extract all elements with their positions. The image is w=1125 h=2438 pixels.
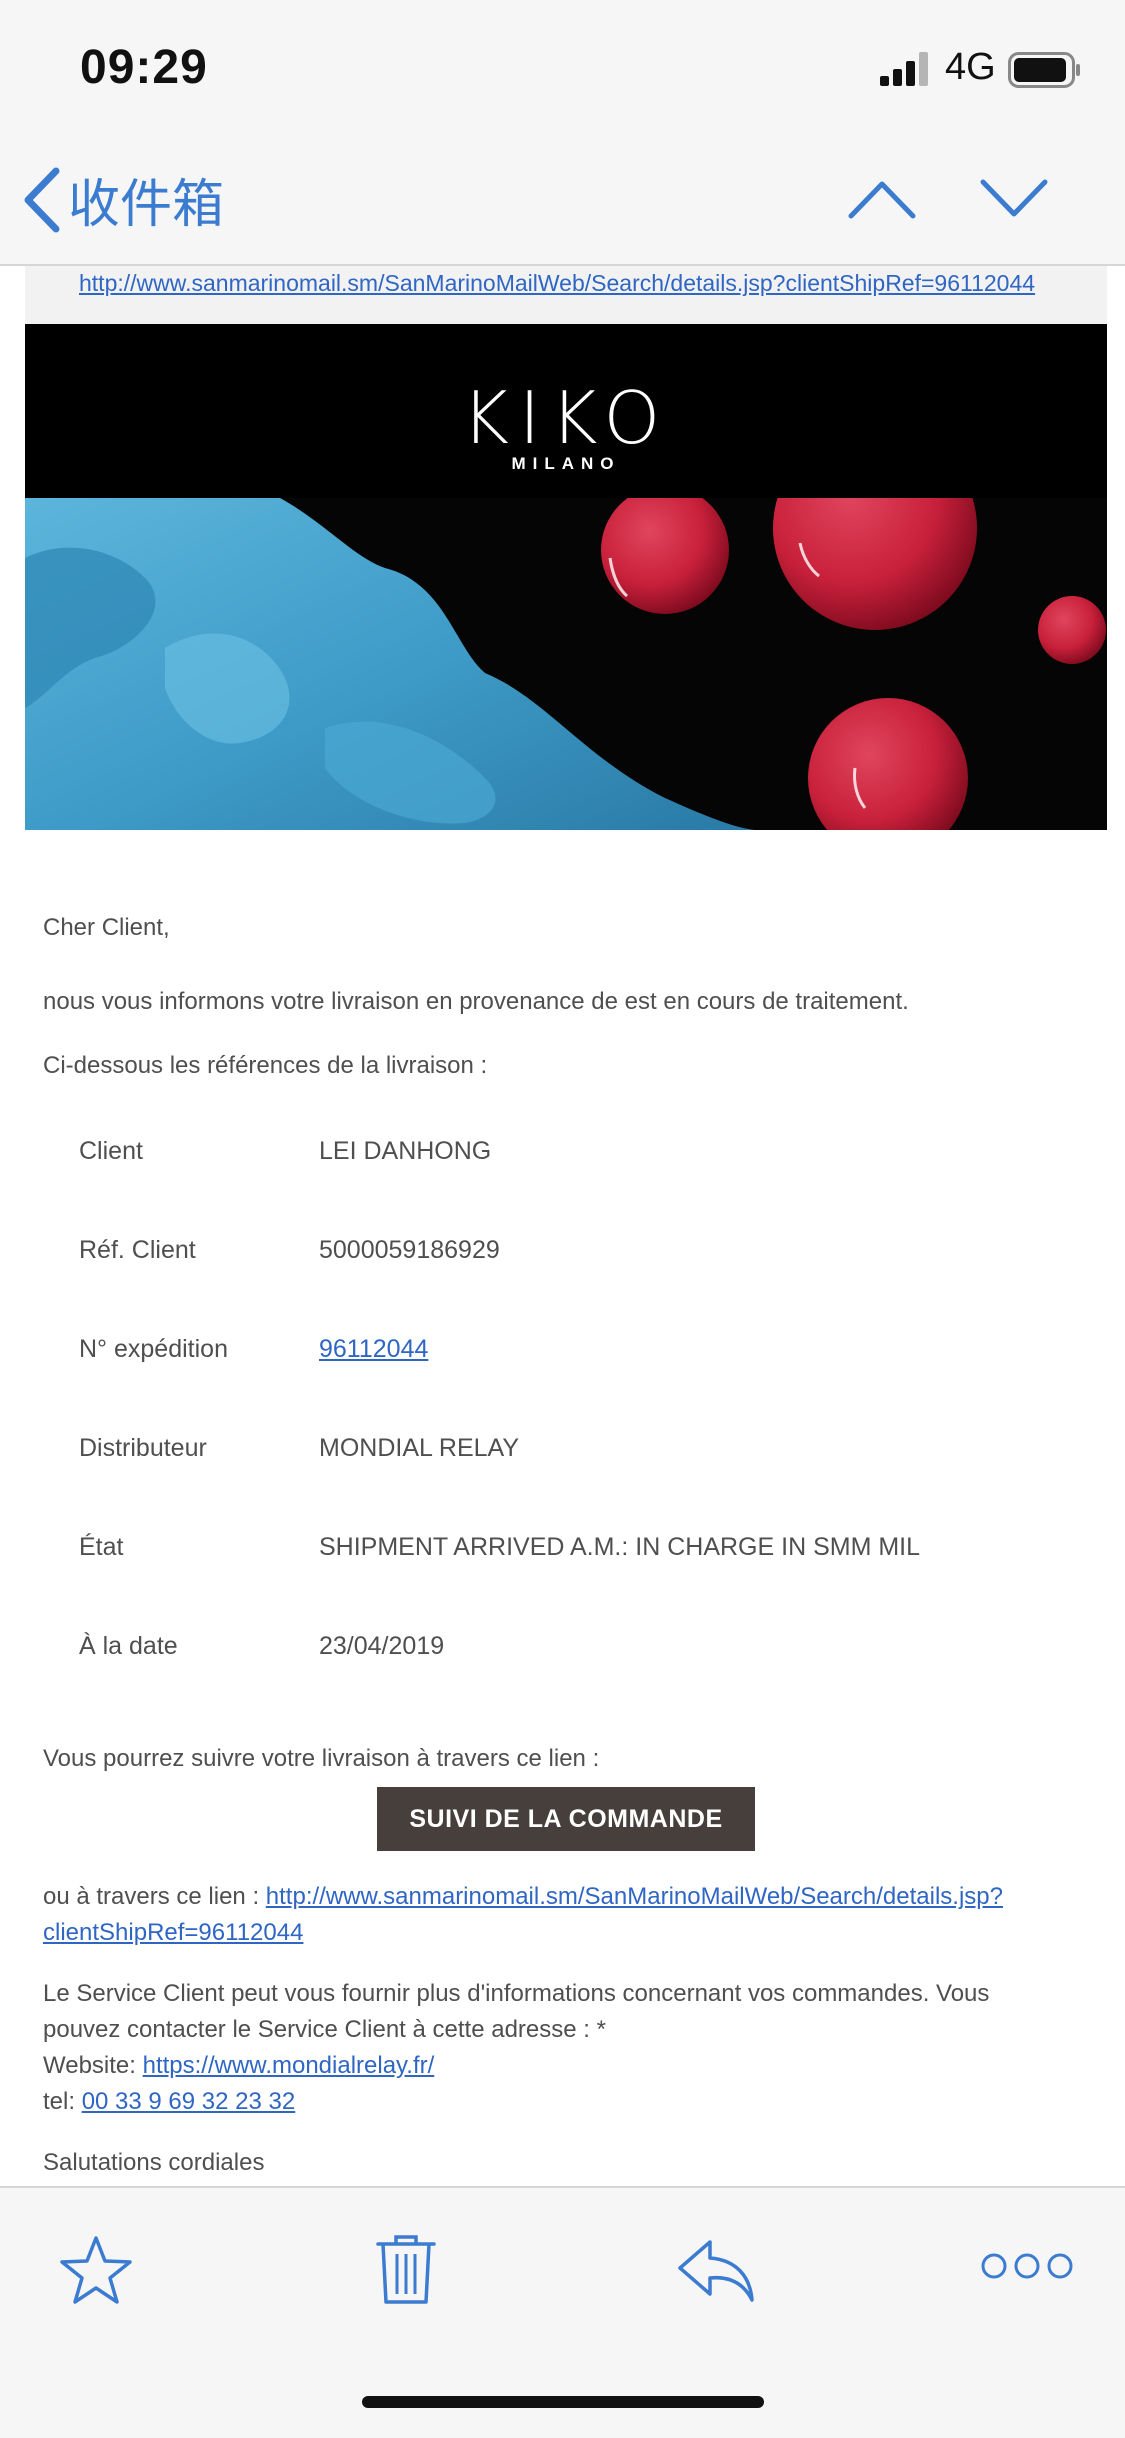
intro-text: nous vous informons votre livraison en p… — [43, 988, 909, 1015]
website-line: Website: https://www.mondialrelay.fr/ — [43, 2052, 434, 2080]
row-value-distributor: MONDIAL RELAY — [319, 1434, 520, 1462]
back-button[interactable]: 收件箱 — [22, 162, 224, 237]
more-icon[interactable] — [980, 2250, 1074, 2282]
alt-link-line: ou à travers ce lien : http://www.sanmar… — [43, 1883, 1003, 1911]
row-label-status: État — [79, 1533, 124, 1561]
row-value-status: SHIPMENT ARRIVED A.M.: IN CHARGE IN SMM … — [319, 1533, 921, 1561]
row-label-distributor: Distributeur — [79, 1434, 207, 1462]
refs-heading: Ci-dessous les références de la livraiso… — [43, 1052, 488, 1079]
website-link[interactable]: https://www.mondialrelay.fr/ — [143, 2052, 435, 2079]
row-value-date: 23/04/2019 — [319, 1632, 445, 1660]
alt-tracking-link-cont[interactable]: clientShipRef=96112044 — [43, 1919, 303, 1947]
home-indicator[interactable] — [362, 2396, 764, 2408]
brand-subtitle: MILANO — [511, 454, 621, 473]
row-value-client: LEI DANHONG — [319, 1137, 492, 1165]
battery-icon — [1008, 52, 1080, 88]
top-tracking-link[interactable]: http://www.sanmarinomail.sm/SanMarinoMai… — [79, 270, 1035, 297]
row-label-date: À la date — [79, 1632, 178, 1660]
kiko-banner-image: KIKO MILANO — [25, 324, 1107, 830]
trash-icon[interactable] — [376, 2234, 436, 2306]
tel-label: tel: — [43, 2088, 82, 2115]
greeting: Cher Client, — [43, 914, 170, 941]
row-label-ref-client: Réf. Client — [79, 1236, 196, 1264]
signal-strength-icon — [880, 52, 928, 86]
nav-bar: 收件箱 — [0, 140, 1125, 266]
next-message-button[interactable] — [980, 176, 1048, 220]
track-text: Vous pourrez suivre votre livraison à tr… — [43, 1745, 600, 1772]
shipment-number-link[interactable]: 96112044 — [319, 1335, 428, 1364]
network-type: 4G — [945, 46, 996, 88]
service-text-2: pouvez contacter le Service Client à cet… — [43, 2016, 606, 2043]
email-body: http://www.sanmarinomail.sm/SanMarinoMai… — [0, 266, 1125, 2186]
closing: Salutations cordiales — [43, 2149, 265, 2176]
cosmetics-photo — [25, 498, 1107, 830]
brand-name: KIKO — [461, 376, 671, 460]
row-label-client: Client — [79, 1137, 143, 1165]
alt-link-prefix: ou à travers ce lien : — [43, 1883, 266, 1910]
reply-icon[interactable] — [676, 2234, 756, 2306]
chevron-left-icon — [24, 167, 60, 232]
kiko-logo: KIKO MILANO — [25, 376, 1107, 474]
row-value-ref-client: 5000059186929 — [319, 1236, 500, 1264]
tel-link[interactable]: 00 33 9 69 32 23 32 — [82, 2088, 296, 2115]
service-text-1: Le Service Client peut vous fournir plus… — [43, 1980, 990, 2007]
track-order-button[interactable]: SUIVI DE LA COMMANDE — [377, 1787, 755, 1851]
previous-message-button[interactable] — [848, 176, 916, 220]
alt-tracking-link[interactable]: http://www.sanmarinomail.sm/SanMarinoMai… — [266, 1883, 1003, 1910]
back-label: 收件箱 — [68, 175, 225, 235]
star-icon[interactable] — [60, 2234, 132, 2306]
top-link-bar: http://www.sanmarinomail.sm/SanMarinoMai… — [25, 266, 1107, 324]
status-bar: 09:29 4G — [0, 0, 1125, 140]
website-label: Website: — [43, 2052, 143, 2079]
tel-line: tel: 00 33 9 69 32 23 32 — [43, 2088, 295, 2116]
status-time: 09:29 — [80, 41, 208, 94]
row-label-shipment-number: N° expédition — [79, 1335, 228, 1363]
